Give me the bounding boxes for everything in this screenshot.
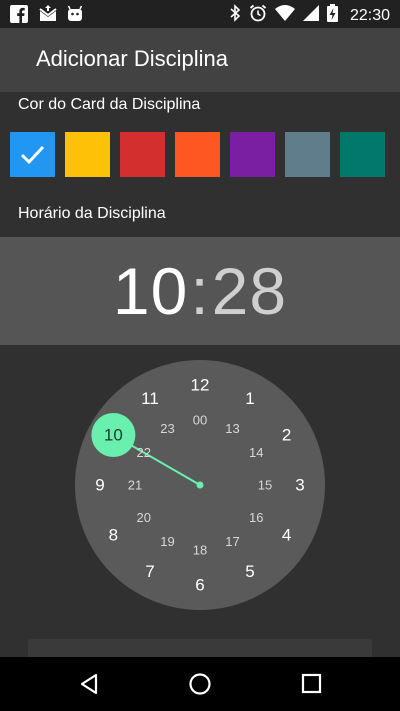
battery-charging-icon bbox=[326, 4, 338, 27]
clock-hour-outer[interactable]: 8 bbox=[109, 526, 118, 545]
clock-center-dot bbox=[196, 481, 204, 489]
color-swatch[interactable] bbox=[340, 132, 385, 177]
time-separator: : bbox=[190, 254, 210, 328]
clock-hour-inner[interactable]: 21 bbox=[128, 478, 142, 493]
clock-hour-outer[interactable]: 6 bbox=[195, 576, 204, 595]
color-swatch[interactable] bbox=[10, 132, 55, 177]
clock-hour-inner[interactable]: 19 bbox=[160, 534, 174, 549]
clock-hour-outer[interactable]: 1 bbox=[245, 389, 254, 408]
clock-hour-inner[interactable]: 20 bbox=[136, 510, 150, 525]
clock-hour-inner[interactable]: 14 bbox=[249, 445, 263, 460]
color-swatch[interactable] bbox=[285, 132, 330, 177]
hour-display[interactable]: 10 bbox=[113, 254, 188, 328]
color-swatch-row bbox=[10, 132, 385, 177]
clock-hour-outer[interactable]: 10 bbox=[104, 426, 123, 445]
recents-icon[interactable] bbox=[301, 672, 323, 701]
check-icon bbox=[20, 145, 45, 165]
android-icon bbox=[66, 5, 84, 23]
clock-hour-outer[interactable]: 7 bbox=[145, 562, 154, 581]
mail-icon bbox=[38, 5, 57, 23]
clock-hour-inner[interactable]: 16 bbox=[249, 510, 263, 525]
time-section-label: Horário da Disciplina bbox=[18, 205, 166, 222]
clock-hour-outer[interactable]: 3 bbox=[295, 476, 304, 495]
navigation-bar bbox=[0, 657, 400, 711]
clock-hour-outer[interactable]: 9 bbox=[95, 476, 104, 495]
time-display: 10:28 bbox=[0, 237, 400, 345]
status-bar: 22:30 bbox=[0, 0, 400, 28]
clock-hour-outer[interactable]: 5 bbox=[245, 562, 254, 581]
app-bar: Adicionar Disciplina bbox=[0, 28, 400, 92]
color-section-label: Cor do Card da Disciplina bbox=[18, 96, 201, 113]
back-icon[interactable] bbox=[78, 672, 100, 701]
alarm-icon bbox=[249, 4, 267, 27]
clock-hour-inner[interactable]: 17 bbox=[225, 534, 239, 549]
facebook-icon bbox=[10, 5, 28, 24]
clock-hour-inner[interactable]: 00 bbox=[193, 413, 207, 428]
color-swatch[interactable] bbox=[120, 132, 165, 177]
clock-hour-outer[interactable]: 4 bbox=[282, 526, 291, 545]
color-swatch[interactable] bbox=[230, 132, 275, 177]
bluetooth-icon bbox=[229, 4, 241, 27]
clock-hour-inner[interactable]: 18 bbox=[193, 543, 207, 558]
page-title: Adicionar Disciplina bbox=[36, 46, 228, 71]
clock-hour-outer[interactable]: 2 bbox=[282, 426, 291, 445]
clock-hour-outer[interactable]: 12 bbox=[191, 376, 210, 395]
clock-hour-outer[interactable]: 11 bbox=[141, 389, 159, 408]
color-swatch[interactable] bbox=[65, 132, 110, 177]
clock-hour-inner[interactable]: 23 bbox=[160, 421, 174, 436]
clock-hour-inner[interactable]: 22 bbox=[136, 445, 150, 460]
clock-hour-inner[interactable]: 15 bbox=[258, 478, 272, 493]
minute-display[interactable]: 28 bbox=[212, 254, 287, 328]
clock-face[interactable]: 121234567891011001314151617181920212223 bbox=[75, 360, 325, 610]
home-icon[interactable] bbox=[188, 672, 212, 701]
status-time: 22:30 bbox=[349, 6, 390, 24]
wifi-icon bbox=[274, 5, 295, 26]
clock-hour-inner[interactable]: 13 bbox=[225, 421, 239, 436]
signal-icon bbox=[302, 5, 319, 26]
color-swatch[interactable] bbox=[175, 132, 220, 177]
